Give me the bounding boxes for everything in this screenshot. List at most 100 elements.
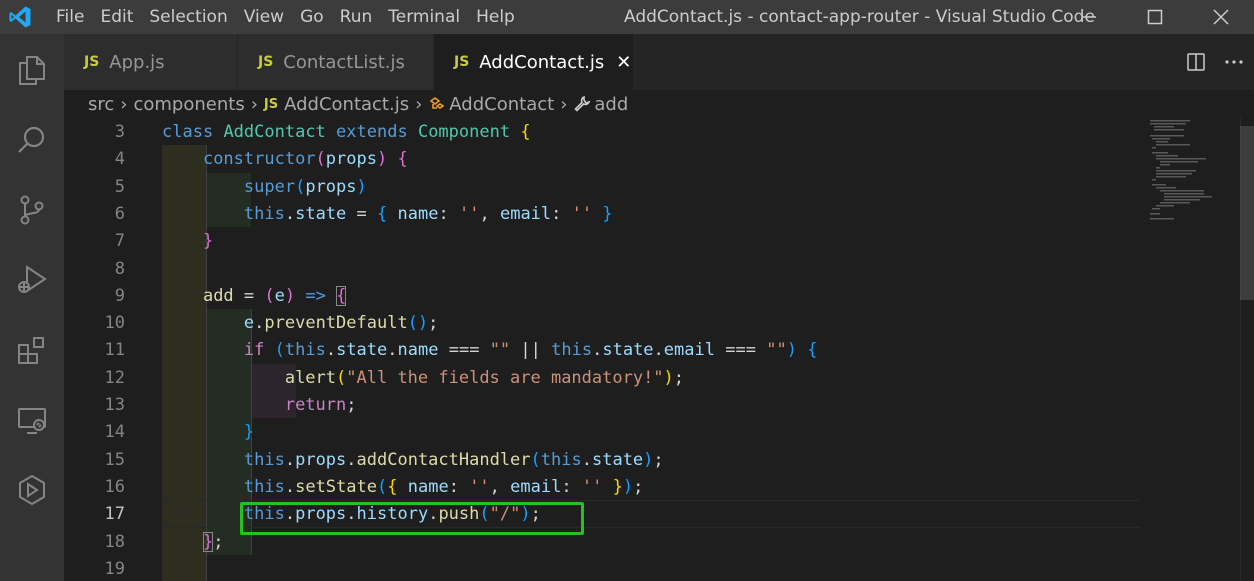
breadcrumb-file[interactable]: AddContact.js	[284, 94, 409, 115]
split-editor-icon[interactable]	[1178, 52, 1214, 72]
tab-addcontact-js[interactable]: JS AddContact.js ✕	[434, 34, 634, 90]
chevron-right-icon: ›	[120, 93, 128, 115]
menu-bar: File Edit Selection View Go Run Terminal…	[40, 0, 523, 34]
breadcrumb-src[interactable]: src	[88, 94, 114, 115]
chevron-right-icon: ›	[415, 93, 423, 115]
line-number: 15	[104, 449, 125, 470]
code-line: 15 this.props.addContactHandler(this.sta…	[64, 447, 1254, 474]
source-control-icon[interactable]	[0, 182, 64, 238]
menu-view[interactable]: View	[236, 0, 292, 34]
code-line: 6 this.state = { name: '', email: '' }	[64, 201, 1254, 228]
code-text: constructor(props) {	[202, 149, 408, 170]
code-text: alert("All the fields are mandatory!");	[284, 367, 685, 388]
code-text: }	[202, 231, 214, 252]
docker-icon[interactable]	[0, 462, 64, 518]
menu-edit[interactable]: Edit	[92, 0, 141, 34]
tab-contactlist-js[interactable]: JS ContactList.js	[238, 34, 434, 90]
code-line: 4 constructor(props) {	[64, 146, 1254, 173]
breadcrumb: src › components › JS AddContact.js › Ad…	[64, 90, 1254, 118]
search-icon[interactable]	[0, 112, 64, 168]
line-number: 6	[114, 203, 125, 224]
line-number: 17	[104, 504, 125, 525]
code-line: 14 }	[64, 419, 1254, 446]
code-text: if (this.state.name === "" || this.state…	[243, 340, 818, 361]
code-line: 19	[64, 556, 1254, 581]
line-number: 19	[104, 558, 125, 579]
window-title: AddContact.js - contact-app-router - Vis…	[624, 7, 1095, 27]
code-text: this.props.addContactHandler(this.state)…	[243, 449, 664, 470]
menu-file[interactable]: File	[40, 0, 92, 34]
line-number: 9	[114, 285, 125, 306]
breadcrumb-components[interactable]: components	[133, 94, 244, 115]
code-text: this.setState({ name: '', email: '' });	[243, 476, 644, 497]
line-number: 7	[114, 231, 125, 252]
code-line: 5 super(props)	[64, 174, 1254, 201]
code-line: 8	[64, 256, 1254, 283]
chevron-right-icon: ›	[560, 93, 568, 115]
code-text: e.preventDefault();	[243, 313, 439, 334]
explorer-icon[interactable]	[0, 42, 64, 98]
code-text: return;	[284, 395, 357, 415]
code-line: 11 if (this.state.name === "" || this.st…	[64, 337, 1254, 364]
minimize-icon	[1082, 16, 1096, 18]
annotation-highlight-box	[240, 502, 584, 535]
js-file-icon: JS	[84, 54, 100, 70]
remote-explorer-icon[interactable]	[0, 392, 64, 448]
code-text: add = (e) => {	[202, 285, 347, 306]
wrench-icon	[573, 95, 591, 113]
close-window-button[interactable]	[1188, 0, 1254, 34]
scrollbar-thumb[interactable]	[1240, 126, 1254, 300]
code-line: 7 }	[64, 228, 1254, 255]
code-line: 12 alert("All the fields are mandatory!"…	[64, 365, 1254, 392]
code-line: 9 add = (e) => {	[64, 283, 1254, 310]
tab-label: AddContact.js	[479, 51, 605, 73]
menu-terminal[interactable]: Terminal	[380, 0, 468, 34]
menu-help[interactable]: Help	[468, 0, 523, 34]
breadcrumb-class[interactable]: AddContact	[449, 94, 554, 115]
line-number: 10	[104, 313, 125, 334]
activity-bar	[0, 34, 64, 581]
tab-actions	[1178, 34, 1254, 90]
minimap[interactable]	[1148, 118, 1240, 228]
line-number: 4	[114, 149, 125, 170]
more-actions-icon[interactable]	[1214, 52, 1254, 72]
menu-go[interactable]: Go	[292, 0, 332, 34]
tab-bar: JS App.js JS ContactList.js JS AddContac…	[64, 34, 1254, 90]
code-line: 16 this.setState({ name: '', email: '' }…	[64, 474, 1254, 501]
window-controls	[1056, 0, 1254, 34]
maximize-button[interactable]	[1122, 0, 1188, 34]
breadcrumb-method[interactable]: add	[594, 94, 628, 115]
extensions-icon[interactable]	[0, 322, 64, 378]
js-file-icon: JS	[258, 54, 274, 70]
close-icon	[1213, 9, 1229, 25]
line-number: 11	[104, 340, 125, 361]
tab-label: ContactList.js	[283, 51, 405, 73]
minimize-button[interactable]	[1056, 0, 1122, 34]
code-text: };	[202, 531, 224, 552]
vscode-logo-icon	[0, 0, 40, 34]
tab-close-icon[interactable]: ✕	[616, 52, 631, 73]
line-number: 13	[104, 395, 125, 415]
line-number: 3	[114, 122, 125, 142]
line-number: 18	[104, 531, 125, 552]
title-bar: File Edit Selection View Go Run Terminal…	[0, 0, 1254, 34]
menu-run[interactable]: Run	[332, 0, 381, 34]
code-text: class AddContact extends Component {	[162, 122, 531, 142]
code-text: }	[243, 422, 255, 443]
code-line: 3 class AddContact extends Component {	[64, 119, 1254, 146]
tab-app-js[interactable]: JS App.js	[64, 34, 238, 90]
line-number: 12	[104, 367, 125, 388]
code-editor[interactable]: 3 class AddContact extends Component { 4…	[64, 118, 1254, 581]
code-text: super(props)	[243, 176, 367, 197]
js-file-icon: JS	[263, 96, 279, 112]
class-symbol-icon	[428, 95, 446, 113]
run-debug-icon[interactable]	[0, 252, 64, 308]
line-number: 5	[114, 176, 125, 197]
code-line: 10 e.preventDefault();	[64, 310, 1254, 337]
chevron-right-icon: ›	[250, 93, 258, 115]
menu-selection[interactable]: Selection	[141, 0, 235, 34]
code-line: 13 return;	[64, 392, 1254, 419]
line-number: 16	[104, 476, 125, 497]
maximize-icon	[1147, 9, 1163, 25]
line-number: 14	[104, 422, 125, 443]
